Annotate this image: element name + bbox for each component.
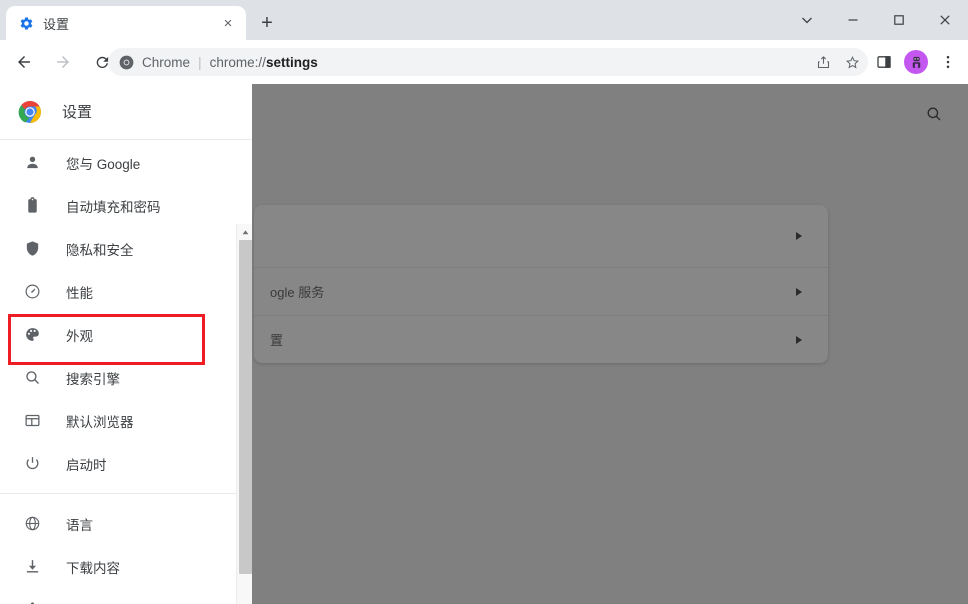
sidebar-item-autofill[interactable]: 自动填充和密码 — [0, 184, 236, 227]
back-button[interactable] — [7, 45, 41, 79]
palette-icon — [22, 325, 42, 345]
chrome-menu-button[interactable] — [932, 46, 964, 78]
search-icon — [22, 368, 42, 388]
settings-page: ogle 服务 置 设置 您与 Google 自动填充和密码 隐私和安全 性能 … — [0, 84, 968, 604]
omnibox-separator: | — [198, 54, 202, 70]
avatar — [904, 50, 928, 74]
close-button[interactable] — [922, 0, 968, 40]
minimize-button[interactable] — [830, 0, 876, 40]
gear-icon — [18, 15, 34, 31]
scrollbar-thumb[interactable] — [239, 240, 252, 574]
settings-card-row-label: 置 — [270, 333, 284, 348]
chevron-right-icon — [796, 335, 802, 344]
chevron-right-icon — [796, 287, 802, 296]
sidebar-item-search-engine[interactable]: 搜索引擎 — [0, 356, 236, 399]
chevron-right-icon — [796, 232, 802, 240]
sidebar-item-you-and-google[interactable]: 您与 Google — [0, 141, 236, 184]
tab-search-button[interactable] — [784, 0, 830, 40]
sidebar-item-label: 隐私和安全 — [66, 242, 134, 258]
omnibox-url: chrome://settings — [210, 55, 318, 70]
sidebar-title: 设置 — [62, 104, 93, 121]
new-tab-button[interactable]: + — [252, 8, 282, 38]
sidebar-item-on-startup[interactable]: 启动时 — [0, 442, 236, 485]
tab-strip: 设置 × + — [0, 0, 968, 40]
sidebar-menu: 您与 Google 自动填充和密码 隐私和安全 性能 外观 搜索引擎 默认浏览器… — [0, 141, 236, 604]
sidebar-item-label: 自动填充和密码 — [66, 199, 161, 215]
sidebar-item-languages[interactable]: 语言 — [0, 502, 236, 545]
omnibox-url-page: settings — [265, 54, 318, 70]
bookmark-star-icon[interactable] — [839, 49, 865, 75]
settings-sidebar: 设置 您与 Google 自动填充和密码 隐私和安全 性能 外观 搜索引擎 默认… — [0, 84, 252, 604]
accessibility-icon — [22, 600, 42, 604]
settings-card-row[interactable] — [254, 205, 828, 267]
sidebar-item-label: 语言 — [66, 517, 93, 533]
sidebar-divider — [0, 493, 236, 494]
shield-icon — [22, 239, 42, 259]
window-controls — [784, 0, 968, 40]
sidebar-header[interactable]: 设置 — [0, 84, 252, 140]
maximize-button[interactable] — [876, 0, 922, 40]
omnibox-actions — [810, 49, 868, 75]
address-bar[interactable]: Chrome | chrome://settings — [108, 48, 868, 76]
settings-card-row[interactable]: ogle 服务 — [254, 267, 828, 315]
chrome-logo-icon — [118, 54, 134, 70]
omnibox-chip-label: Chrome — [142, 54, 191, 70]
chrome-logo — [18, 100, 42, 124]
sidebar-item-label: 性能 — [66, 285, 93, 301]
omnibox-url-prefix: chrome:// — [209, 54, 266, 70]
sidebar-item-accessibility[interactable]: 无障碍 — [0, 588, 236, 604]
sidebar-item-label: 下载内容 — [66, 560, 120, 576]
close-icon[interactable]: × — [216, 11, 240, 35]
browser-window-icon — [22, 411, 42, 431]
sidebar-item-label: 启动时 — [66, 457, 107, 473]
sidebar-item-label: 搜索引擎 — [66, 371, 120, 387]
sidebar-item-performance[interactable]: 性能 — [0, 270, 236, 313]
download-icon — [22, 557, 42, 577]
sidebar-item-appearance[interactable]: 外观 — [0, 313, 236, 356]
sidebar-item-label: 外观 — [66, 328, 93, 344]
dimmed-overlay: ogle 服务 置 — [252, 84, 968, 604]
sidebar-item-label: 您与 Google — [66, 156, 141, 172]
person-icon — [22, 153, 42, 173]
tab-title: 设置 — [43, 16, 70, 32]
toolbar-right-actions — [868, 45, 964, 79]
globe-icon — [22, 514, 42, 534]
sidebar-item-default-browser[interactable]: 默认浏览器 — [0, 399, 236, 442]
sidebar-item-label: 无障碍 — [66, 600, 107, 604]
speedometer-icon — [22, 282, 42, 302]
tab-settings[interactable]: 设置 × — [6, 6, 246, 40]
side-panel-icon[interactable] — [868, 46, 900, 78]
clipboard-icon — [22, 196, 42, 216]
power-icon — [22, 454, 42, 474]
sidebar-item-downloads[interactable]: 下载内容 — [0, 545, 236, 588]
share-icon[interactable] — [810, 49, 836, 75]
browser-toolbar: Chrome | chrome://settings — [0, 40, 968, 84]
settings-card-row-label: ogle 服务 — [270, 285, 325, 300]
search-icon[interactable] — [922, 102, 946, 126]
settings-card: ogle 服务 置 — [254, 205, 828, 363]
sidebar-item-privacy-security[interactable]: 隐私和安全 — [0, 227, 236, 270]
forward-button[interactable] — [46, 45, 80, 79]
settings-card-row[interactable]: 置 — [254, 315, 828, 363]
profile-avatar[interactable] — [900, 46, 932, 78]
sidebar-item-label: 默认浏览器 — [66, 414, 134, 430]
scroll-up-icon[interactable] — [237, 224, 253, 240]
sidebar-scrollbar[interactable] — [236, 224, 252, 604]
browser-window: 设置 × + Chrome | chrome://settings ogle 服… — [0, 0, 968, 604]
